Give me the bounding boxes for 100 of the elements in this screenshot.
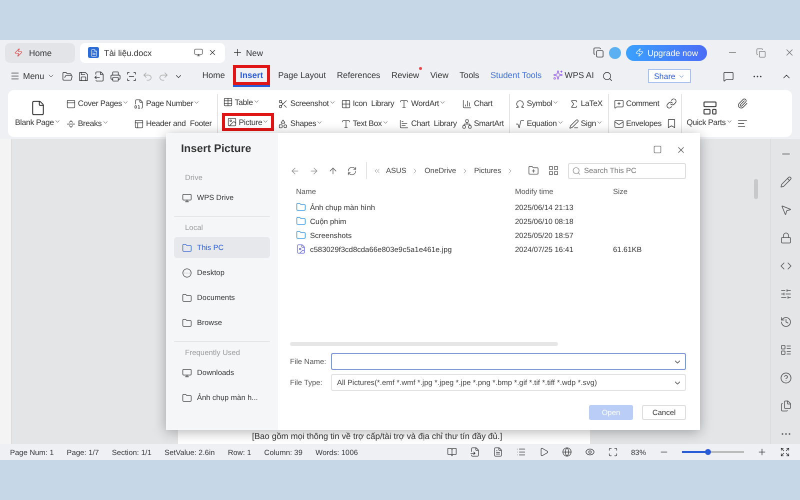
file-name-field[interactable] [331,353,686,370]
folder-icon [296,216,306,226]
ribbon-tab[interactable]: Review [388,68,422,84]
caret-icon [122,99,129,106]
bookmark-icon[interactable] [666,118,677,129]
ribbon-button[interactable]: Equation [514,118,565,130]
page-view-icon[interactable] [492,447,503,457]
ribbon-tab[interactable]: View [427,68,452,84]
caret-icon [54,118,61,125]
ribbon-button[interactable]: Chart [460,98,494,110]
new-folder-icon[interactable] [528,165,539,176]
ribbon-tab[interactable]: Page Layout [275,68,329,84]
ribbon-button[interactable]: Header and Footer [132,118,213,130]
book-icon[interactable] [446,447,457,457]
app-tab[interactable]: Home [5,42,75,62]
help-icon[interactable] [780,372,792,384]
comment-icon[interactable] [723,70,734,82]
history-icon[interactable] [780,316,792,328]
caret-icon [102,119,109,126]
globe-icon[interactable] [562,447,572,457]
view-icon[interactable] [548,165,559,176]
scan-icon[interactable] [126,70,138,82]
ribbon-button[interactable]: Screenshot [277,98,337,110]
ribbon-tab[interactable]: WPS AI [550,68,597,84]
ribbon-tab[interactable]: Student Tools [487,68,545,84]
ribbon-button[interactable]: Sign [568,118,604,130]
slider-thumb[interactable] [705,449,712,455]
app-tab[interactable]: Tài liệu.docx [80,42,225,62]
ribbon-button[interactable]: Page Number [132,98,202,110]
ribbon-button[interactable]: Cover Pages [64,98,130,110]
sliders-icon[interactable] [780,288,792,300]
layout-icon[interactable] [780,344,792,356]
export-icon[interactable] [94,70,106,82]
file-icon[interactable] [470,447,480,457]
files-icon[interactable] [780,400,792,412]
window-icon[interactable] [593,47,604,58]
ribbon-button[interactable]: Envelopes [613,118,663,130]
restore-icon[interactable] [756,48,766,58]
ribbon-button[interactable]: LaTeX [568,98,604,110]
ribbon-button[interactable]: Symbol [514,98,560,110]
folder-icon[interactable] [62,70,74,82]
link-icon[interactable] [666,98,677,109]
play-icon[interactable] [538,447,549,457]
caret-icon [47,72,56,80]
print-icon[interactable] [110,70,122,82]
ribbon-tab[interactable]: Insert [232,65,270,87]
ribbon-button[interactable]: Chart Library [398,118,458,130]
maximize-icon[interactable] [653,145,662,154]
ribbon-button[interactable]: Picture [222,113,274,131]
comment-icon [614,98,624,108]
breaks-icon [66,118,76,128]
dialog-title: Insert Picture [181,143,252,155]
fit-icon[interactable] [608,447,618,457]
pencil-icon[interactable] [780,176,792,188]
ribbon-button[interactable]: Table [222,96,261,108]
share-button[interactable]: Share [648,69,692,83]
pen-icon [568,118,579,128]
ribbon-button[interactable]: Quick Parts [686,99,734,128]
logo-icon [14,48,23,57]
ribbon-button[interactable]: Icon Library [340,98,396,110]
close-icon[interactable] [208,48,217,57]
fullscreen-icon[interactable] [780,447,790,457]
ribbon-button[interactable]: Text Box [340,118,390,130]
paperclip-icon[interactable] [736,98,748,109]
ribbon-tab[interactable]: Home [199,68,228,84]
ribbon-button[interactable]: WordArt [398,98,447,110]
text-box-icon [340,118,351,128]
eye-icon[interactable] [584,447,595,457]
ribbon-tab[interactable]: References [334,68,384,84]
ribbon-button[interactable]: Shapes [277,118,324,130]
table-icon [222,97,233,107]
monitor-icon [182,368,192,378]
shapes-icon [278,118,288,128]
ribbon-button[interactable]: Blank Page [14,99,62,128]
forward-icon[interactable] [309,166,319,176]
code-icon[interactable] [780,260,792,272]
folder-icon [182,242,192,252]
ribbon-button[interactable]: SmartArt [460,118,505,130]
ribbon-tab[interactable]: Tools [456,68,482,84]
ribbon-button[interactable]: Comment [613,98,660,110]
ribbon-button[interactable]: Breaks [64,118,110,130]
back-icon[interactable] [290,166,300,176]
lock-icon[interactable] [780,232,792,244]
cursor-icon[interactable] [780,204,792,216]
chevrons-icon [373,166,381,174]
save-icon[interactable] [78,70,90,82]
caret-icon [438,99,446,106]
refresh-icon[interactable] [347,166,357,176]
zoom-in-icon[interactable] [757,447,767,457]
menu-icon [10,71,20,81]
up-icon[interactable] [328,166,338,176]
search-icon[interactable] [602,70,613,82]
upgrade-button[interactable]: Upgrade now [626,44,707,60]
new-tab-button[interactable]: New [230,47,266,58]
text-align-icon[interactable] [736,118,748,129]
chart-icon [399,118,410,128]
menu-button[interactable]: Menu [8,71,58,81]
close-icon[interactable] [676,145,686,155]
folder-icon [296,230,306,240]
image-file-icon [296,244,306,254]
